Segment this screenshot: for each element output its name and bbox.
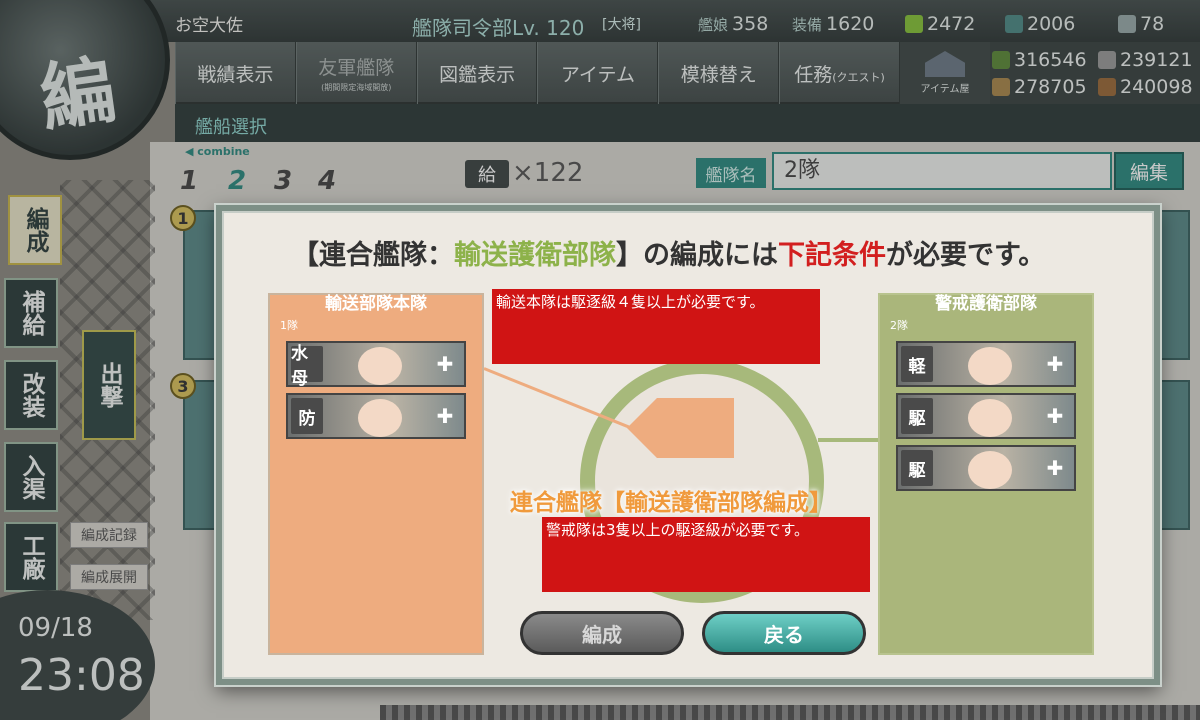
ship-portrait xyxy=(358,399,402,437)
ship-portrait xyxy=(968,399,1012,437)
transport-panel-fleet: 1隊 xyxy=(280,319,298,332)
title-condition: 下記条件 xyxy=(778,240,886,271)
ship-portrait xyxy=(358,347,402,385)
ship-type-tag: 駆 xyxy=(901,450,933,486)
requirement-escort: 警戒隊は3隻以上の駆逐級が必要です。 xyxy=(542,517,870,592)
transport-main-panel: 輸送部隊本隊 1隊 水母 ✚ 防 ✚ xyxy=(268,293,484,655)
ship-portrait xyxy=(968,451,1012,489)
transport-panel-header: 輸送部隊本隊 xyxy=(325,294,427,314)
ship-banner[interactable]: 水母 ✚ xyxy=(286,341,466,389)
escort-panel: 警戒護衛部隊 2隊 軽 ✚ 駆 ✚ 駆 ✚ xyxy=(878,293,1094,655)
escort-connector xyxy=(818,438,880,442)
ship-banner[interactable]: 駆 ✚ xyxy=(896,445,1076,491)
sparkle-icon: ✚ xyxy=(1046,456,1064,480)
sparkle-icon: ✚ xyxy=(1046,352,1064,376)
ship-type-tag: 駆 xyxy=(901,398,933,434)
ship-banner[interactable]: 駆 ✚ xyxy=(896,393,1076,439)
ship-type-tag: 防 xyxy=(291,398,323,434)
sparkle-icon: ✚ xyxy=(1046,404,1064,428)
ship-portrait xyxy=(968,347,1012,385)
requirement-transport: 輸送本隊は駆逐級４隻以上が必要です。 xyxy=(492,289,820,364)
organize-button[interactable]: 編成 xyxy=(520,611,684,655)
ship-type-tag: 水母 xyxy=(291,344,323,389)
ship-banner[interactable]: 防 ✚ xyxy=(286,393,466,439)
sparkle-icon: ✚ xyxy=(436,352,454,376)
combined-fleet-label: 連合艦隊【輸送護衛部隊編成】 xyxy=(510,489,832,516)
ship-banner[interactable]: 軽 ✚ xyxy=(896,341,1076,387)
title-fleet-type: 輸送護衛部隊 xyxy=(454,240,616,271)
escort-panel-fleet: 2隊 xyxy=(890,319,908,332)
ship-type-tag: 軽 xyxy=(901,346,933,382)
escort-panel-header: 警戒護衛部隊 xyxy=(935,294,1037,314)
combined-fleet-dialog: 【連合艦隊：輸送護衛部隊】の編成には下記条件が必要です。 輸送部隊本隊 1隊 水… xyxy=(216,205,1160,685)
sparkle-icon: ✚ xyxy=(436,404,454,428)
dialog-title: 【連合艦隊：輸送護衛部隊】の編成には下記条件が必要です。 xyxy=(292,240,1046,271)
back-button[interactable]: 戻る xyxy=(702,611,866,655)
